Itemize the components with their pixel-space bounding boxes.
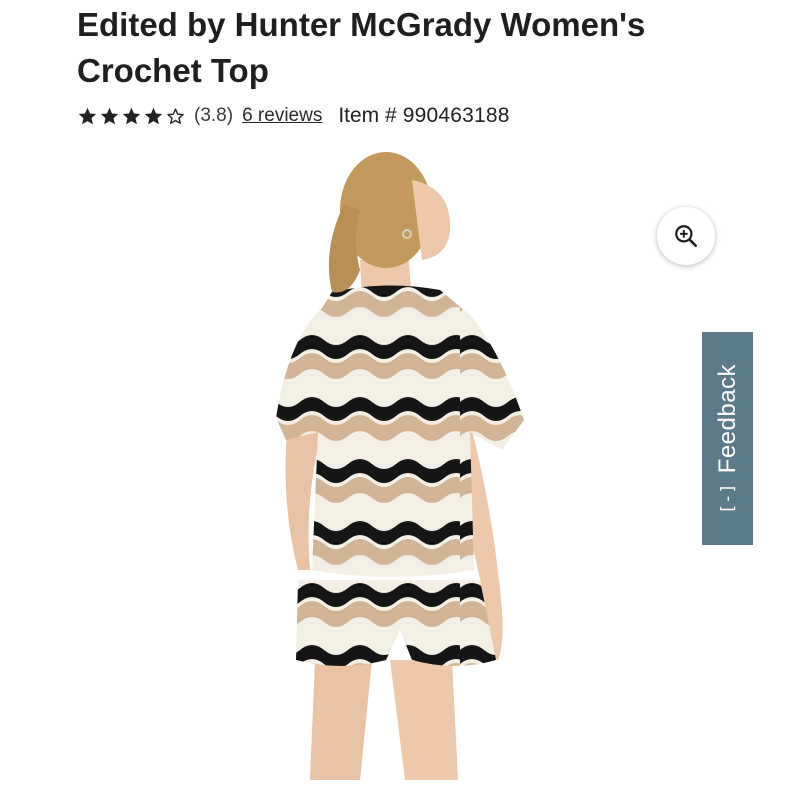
star-filled-icon xyxy=(78,107,97,124)
star-filled-icon xyxy=(100,107,119,124)
feedback-tab[interactable]: [-] Feedback xyxy=(702,332,753,545)
star-filled-icon xyxy=(144,107,163,124)
feedback-label: Feedback xyxy=(713,363,741,473)
feedback-icon: [-] xyxy=(717,482,738,514)
rating-stars[interactable] xyxy=(77,106,186,127)
star-outline-icon xyxy=(167,107,184,124)
model-photo xyxy=(276,152,524,780)
zoom-button[interactable] xyxy=(657,207,715,265)
product-image[interactable] xyxy=(60,140,700,780)
rating-value: (3.8) xyxy=(194,105,234,126)
rating-row: (3.8) 6 reviews Item # 990463188 xyxy=(77,102,510,130)
zoom-in-icon xyxy=(675,225,698,248)
star-filled-icon xyxy=(122,107,141,124)
reviews-link[interactable]: 6 reviews xyxy=(242,105,322,127)
item-number-label: Item # xyxy=(338,104,397,127)
item-number: 990463188 xyxy=(402,104,510,127)
product-title: Edited by Hunter McGrady Women's Crochet… xyxy=(77,6,646,89)
feedback-tab-content: [-] Feedback xyxy=(714,363,742,513)
